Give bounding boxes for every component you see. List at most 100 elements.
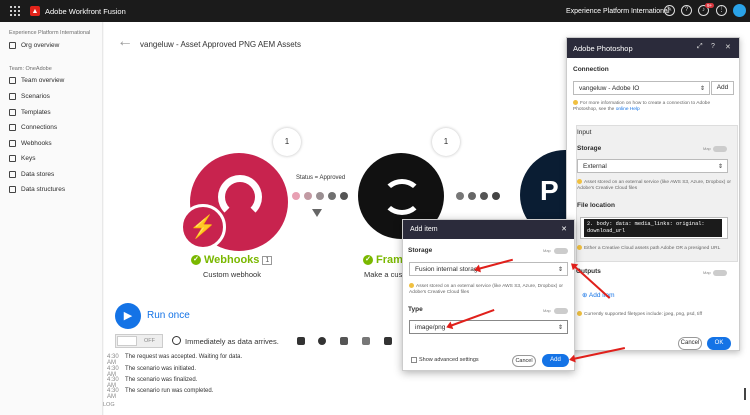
gear-icon[interactable] bbox=[318, 337, 326, 345]
feedback-icon[interactable]: ✎ bbox=[664, 5, 675, 16]
frame-module-label: ✓ Fram bbox=[363, 254, 403, 266]
file-location-label: File location bbox=[577, 202, 615, 209]
info-icon bbox=[577, 179, 582, 184]
run-once-label[interactable]: Run once bbox=[147, 310, 190, 321]
storage-label: Storage bbox=[577, 145, 602, 152]
modal-add-button[interactable]: Add bbox=[542, 354, 569, 367]
run-once-button[interactable]: ▶ bbox=[115, 303, 141, 329]
filter-funnel-icon[interactable] bbox=[312, 209, 322, 217]
sidebar-item-connections[interactable]: Connections bbox=[9, 124, 57, 131]
map-label: Map bbox=[543, 308, 551, 313]
panel-header: Adobe Photoshop ⤢ ? ✕ bbox=[567, 38, 739, 58]
schedule-label[interactable]: Immediately as data arrives. bbox=[185, 337, 279, 346]
route-dot bbox=[456, 192, 464, 200]
route-dot bbox=[492, 192, 500, 200]
map-label: Map bbox=[703, 270, 711, 275]
outputs-note: Currently supported filetypes include: j… bbox=[577, 311, 732, 318]
online-help-link[interactable]: online Help bbox=[616, 107, 640, 112]
frame-io-icon bbox=[382, 179, 422, 215]
panel-ok-button[interactable]: OK bbox=[707, 337, 731, 350]
route-dot bbox=[468, 192, 476, 200]
modal-storage-label: Storage bbox=[408, 247, 433, 254]
map-toggle[interactable] bbox=[713, 146, 727, 152]
sidebar-team-section: Team: OneAdobe bbox=[9, 66, 52, 72]
team-icon bbox=[9, 77, 16, 84]
sidebar-org-section: Experience Platform International bbox=[9, 30, 91, 36]
map-toggle[interactable] bbox=[713, 270, 727, 276]
link-icon bbox=[9, 124, 16, 131]
scheduling-toggle[interactable]: OFF bbox=[115, 334, 163, 348]
share-icon bbox=[9, 93, 16, 100]
frame-module-subtitle: Make a cust bbox=[364, 270, 405, 279]
route-dot bbox=[480, 192, 488, 200]
avatar[interactable] bbox=[733, 4, 746, 17]
close-icon[interactable]: ✕ bbox=[561, 225, 567, 233]
app-switcher-icon[interactable] bbox=[10, 6, 20, 16]
modal-type-input[interactable]: image/png ⇕ bbox=[409, 320, 568, 334]
sidebar-item-team-overview[interactable]: Team overview bbox=[9, 77, 64, 84]
connection-label: Connection bbox=[573, 66, 609, 73]
frame-ops-bubble[interactable]: 1 bbox=[432, 128, 460, 156]
info-icon bbox=[577, 245, 582, 250]
modal-type-label: Type bbox=[408, 306, 423, 313]
notes-icon[interactable] bbox=[362, 337, 370, 345]
modal-cancel-button[interactable]: Cancel bbox=[512, 355, 536, 367]
help-icon[interactable]: ? bbox=[681, 5, 692, 16]
chevron-updown-icon: ⇕ bbox=[699, 86, 705, 92]
map-toggle[interactable] bbox=[554, 308, 568, 314]
show-advanced-checkbox[interactable] bbox=[411, 357, 417, 363]
show-advanced-label[interactable]: Show advanced settings bbox=[419, 357, 479, 364]
sidebar-item-data-structures[interactable]: Data structures bbox=[9, 186, 65, 193]
sidebar: Experience Platform International Org ov… bbox=[0, 22, 103, 415]
filter-label[interactable]: Status = Approved bbox=[296, 175, 345, 181]
photoshop-icon: P bbox=[540, 175, 559, 206]
map-toggle[interactable] bbox=[554, 248, 568, 254]
sidebar-item-scenarios[interactable]: Scenarios bbox=[9, 93, 50, 100]
panel-title: Adobe Photoshop bbox=[573, 44, 633, 53]
file-location-mapped-value[interactable]: 2. body: data: media_links: original: do… bbox=[584, 219, 722, 237]
file-location-note: Either a Creative Cloud assets path Adob… bbox=[577, 245, 732, 252]
app-title: Adobe Workfront Fusion bbox=[45, 6, 126, 16]
structure-icon bbox=[9, 186, 16, 193]
toggle-knob bbox=[117, 336, 137, 346]
connection-note: For more information on how to create a … bbox=[573, 100, 711, 113]
modal-storage-note: Asset stored on an external service (lik… bbox=[409, 283, 563, 296]
sidebar-item-data-stores[interactable]: Data stores bbox=[9, 171, 54, 178]
webhook-ops-bubble[interactable]: 1 bbox=[273, 128, 301, 156]
adobe-logo-icon: ▲ bbox=[30, 6, 40, 16]
webhook-module-subtitle: Custom webhook bbox=[203, 270, 261, 279]
key-icon bbox=[9, 155, 16, 162]
modal-header: Add item ✕ bbox=[403, 220, 574, 239]
chevron-updown-icon: ⇕ bbox=[557, 267, 563, 273]
connection-select[interactable]: vangeluw - Adobe IO ⇕ bbox=[573, 81, 710, 95]
chevron-updown-icon: ⇕ bbox=[557, 325, 563, 331]
scrollbar[interactable] bbox=[744, 388, 746, 400]
database-icon bbox=[9, 171, 16, 178]
clock-icon[interactable] bbox=[172, 336, 181, 345]
storage-select[interactable]: External ⇕ bbox=[577, 159, 728, 173]
close-icon[interactable]: ✕ bbox=[725, 43, 731, 51]
scenario-title[interactable]: vangeluw - Asset Approved PNG AEM Assets bbox=[140, 40, 301, 49]
org-switcher[interactable]: Experience Platform International bbox=[566, 8, 670, 15]
sidebar-item-keys[interactable]: Keys bbox=[9, 155, 35, 162]
add-connection-button[interactable]: Add bbox=[711, 81, 734, 95]
sidebar-item-webhooks[interactable]: Webhooks bbox=[9, 140, 52, 147]
expand-icon[interactable]: ⤢ bbox=[697, 43, 703, 51]
sidebar-item-org-overview[interactable]: Org overview bbox=[9, 42, 59, 49]
log-label: LOG bbox=[103, 402, 115, 408]
sidebar-item-templates[interactable]: Templates bbox=[9, 109, 51, 116]
apps-grid-icon[interactable]: ⋮ bbox=[716, 5, 727, 16]
chevron-updown-icon: ⇕ bbox=[717, 164, 723, 170]
back-arrow-icon[interactable]: ← bbox=[117, 33, 133, 51]
input-label: Input bbox=[577, 129, 592, 136]
info-icon bbox=[577, 311, 582, 316]
map-label: Map bbox=[703, 146, 711, 151]
webhook-module-label: ✓ Webhooks 1 bbox=[191, 254, 273, 266]
route-dot bbox=[304, 192, 312, 200]
map-label: Map bbox=[543, 248, 551, 253]
magic-wand-icon[interactable] bbox=[340, 337, 348, 345]
panel-cancel-button[interactable]: Cancel bbox=[678, 337, 702, 350]
airplane-icon[interactable] bbox=[384, 337, 392, 345]
help-icon[interactable]: ? bbox=[711, 43, 715, 50]
save-icon[interactable] bbox=[297, 337, 305, 345]
